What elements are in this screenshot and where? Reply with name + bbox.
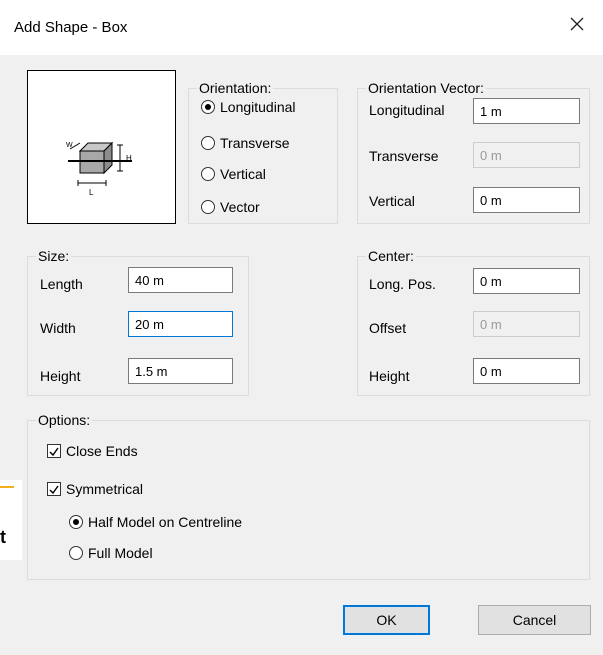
dialog-title: Add Shape - Box bbox=[14, 19, 128, 36]
height-label: Height bbox=[40, 368, 81, 384]
orientation-vector-label: Vector bbox=[220, 199, 260, 215]
center-legend: Center: bbox=[368, 248, 414, 264]
background-text-fragment: t bbox=[0, 527, 6, 547]
background-accent-line bbox=[0, 486, 14, 488]
vector-vertical-label: Vertical bbox=[369, 193, 415, 209]
size-legend: Size: bbox=[38, 248, 70, 264]
vector-longitudinal-label: Longitudinal bbox=[369, 102, 445, 118]
radio-circle bbox=[201, 200, 215, 214]
orientation-transverse-radio[interactable]: Transverse bbox=[201, 135, 290, 151]
vector-longitudinal-input[interactable] bbox=[473, 98, 580, 124]
cancel-button[interactable]: Cancel bbox=[478, 605, 591, 635]
radio-circle bbox=[201, 167, 215, 181]
close-icon[interactable] bbox=[565, 12, 589, 36]
long-pos-input[interactable] bbox=[473, 268, 580, 294]
center-height-input[interactable] bbox=[473, 358, 580, 384]
box-preview-icon: W H L bbox=[66, 141, 132, 197]
radio-circle bbox=[69, 515, 83, 529]
checkbox-box bbox=[47, 444, 61, 458]
background-window-fragment bbox=[0, 480, 22, 560]
title-bar: Add Shape - Box bbox=[0, 0, 603, 55]
orientation-legend: Orientation: bbox=[199, 80, 272, 96]
orientation-vertical-label: Vertical bbox=[220, 166, 266, 182]
close-ends-checkbox[interactable]: Close Ends bbox=[47, 443, 138, 459]
close-ends-label: Close Ends bbox=[66, 443, 138, 459]
orientation-vector-radio[interactable]: Vector bbox=[201, 199, 260, 215]
preview-w-label: W bbox=[66, 142, 73, 149]
width-label: Width bbox=[40, 320, 76, 336]
orientation-vertical-radio[interactable]: Vertical bbox=[201, 166, 266, 182]
checkmark-icon bbox=[49, 447, 59, 457]
checkmark-icon bbox=[49, 485, 59, 495]
radio-circle bbox=[201, 100, 215, 114]
orientation-transverse-label: Transverse bbox=[220, 135, 290, 151]
checkbox-box bbox=[47, 482, 61, 496]
radio-circle bbox=[201, 136, 215, 150]
offset-label: Offset bbox=[369, 320, 407, 336]
half-model-radio[interactable]: Half Model on Centreline bbox=[69, 514, 242, 530]
width-input[interactable] bbox=[128, 311, 233, 337]
orientation-vector-legend: Orientation Vector: bbox=[368, 80, 484, 96]
vector-transverse-label: Transverse bbox=[369, 148, 439, 164]
long-pos-label: Long. Pos. bbox=[369, 276, 436, 292]
height-input[interactable] bbox=[128, 358, 233, 384]
full-model-radio[interactable]: Full Model bbox=[69, 545, 153, 561]
ok-button[interactable]: OK bbox=[343, 605, 430, 635]
symmetrical-label: Symmetrical bbox=[66, 481, 144, 497]
preview-h-label: H bbox=[126, 154, 132, 163]
symmetrical-checkbox[interactable]: Symmetrical bbox=[47, 481, 143, 497]
box-preview-image: W H L bbox=[27, 70, 176, 224]
length-label: Length bbox=[40, 276, 83, 292]
offset-input bbox=[473, 311, 580, 337]
center-height-label: Height bbox=[369, 368, 410, 384]
vector-vertical-input[interactable] bbox=[473, 187, 580, 213]
orientation-longitudinal-label: Longitudinal bbox=[220, 99, 296, 115]
full-model-label: Full Model bbox=[88, 545, 153, 561]
options-legend: Options: bbox=[38, 412, 91, 428]
orientation-longitudinal-radio[interactable]: Longitudinal bbox=[201, 99, 296, 115]
preview-l-label: L bbox=[89, 188, 94, 197]
vector-transverse-input bbox=[473, 142, 580, 168]
add-shape-dialog: Add Shape - Box t W H L Orientation: Lon… bbox=[0, 0, 603, 655]
half-model-label: Half Model on Centreline bbox=[88, 514, 243, 530]
radio-circle bbox=[69, 546, 83, 560]
length-input[interactable] bbox=[128, 267, 233, 293]
